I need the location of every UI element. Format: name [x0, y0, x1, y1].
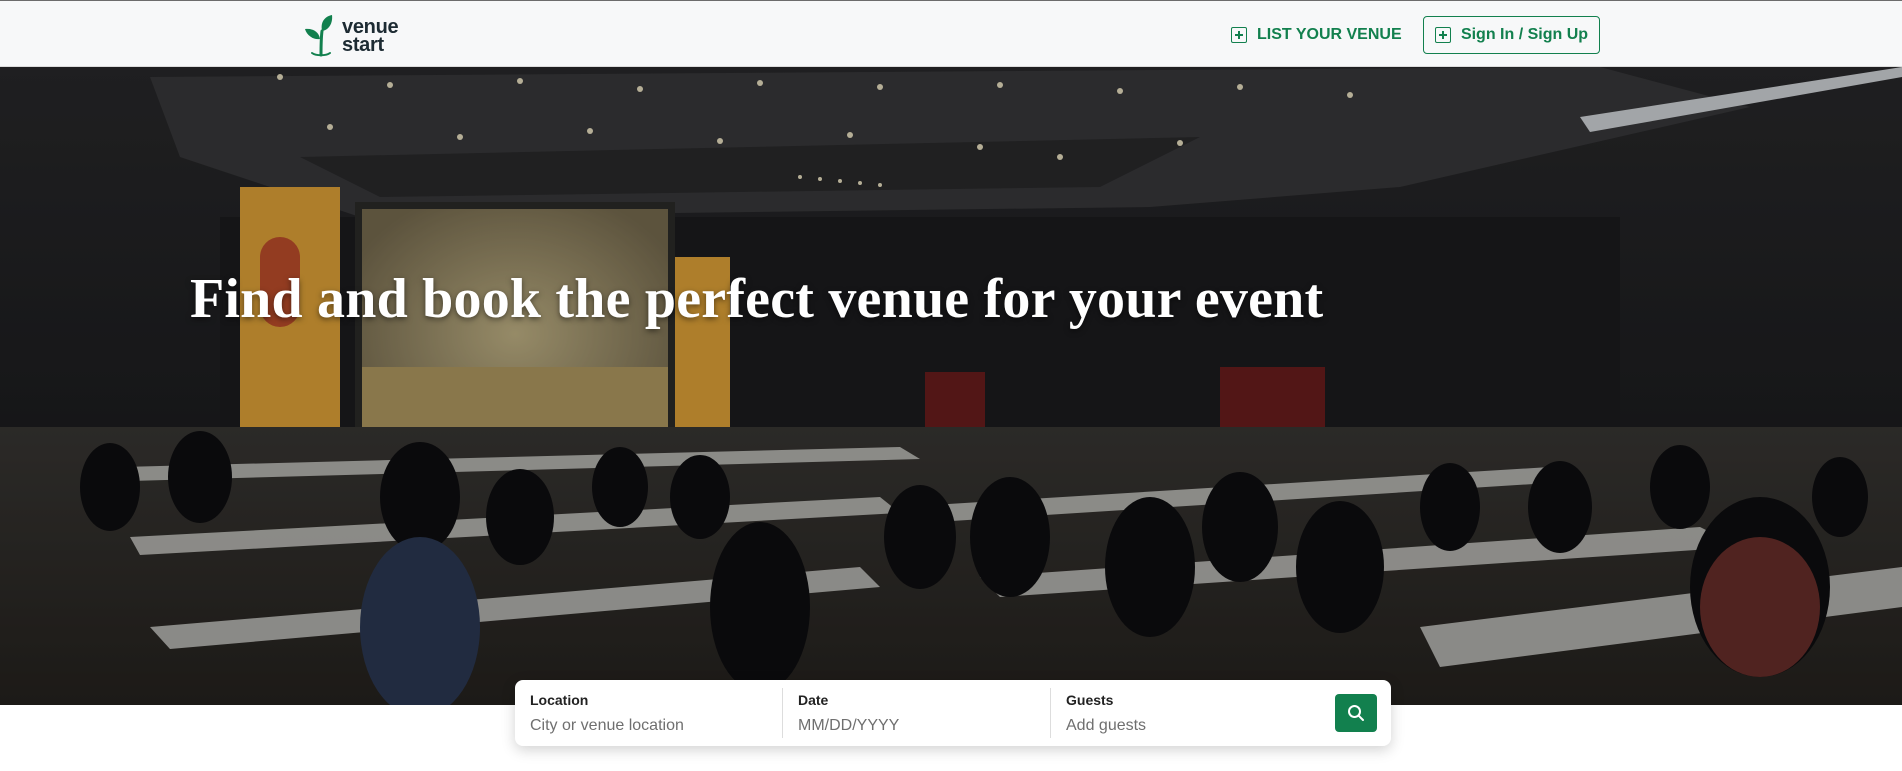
sprout-icon — [305, 15, 333, 57]
hero-headline: Find and book the perfect venue for your… — [190, 268, 1324, 330]
date-label: Date — [798, 692, 829, 708]
location-input[interactable] — [530, 717, 768, 735]
list-your-venue-link[interactable]: LIST YOUR VENUE — [1231, 23, 1402, 47]
venuestart-logo[interactable]: venue start — [304, 15, 399, 57]
page: venue start LIST YOUR VENUE Sign In / Si… — [0, 0, 1902, 771]
guests-input[interactable] — [1066, 717, 1304, 735]
logo-line-2: start — [342, 34, 384, 56]
date-field: Date — [783, 680, 1051, 746]
signin-signup-button[interactable]: Sign In / Sign Up — [1423, 16, 1600, 54]
hero-section: Find and book the perfect venue for your… — [0, 67, 1902, 705]
plus-square-icon — [1231, 27, 1247, 43]
guests-field: Guests — [1051, 680, 1319, 746]
list-your-venue-label: LIST YOUR VENUE — [1257, 26, 1402, 43]
logo-wordmark: venue start — [342, 17, 399, 56]
signin-signup-label: Sign In / Sign Up — [1460, 26, 1589, 43]
guests-label: Guests — [1066, 692, 1114, 708]
plus-square-icon — [1434, 27, 1451, 43]
date-input[interactable] — [798, 717, 1036, 735]
hero-background-image — [0, 67, 1902, 705]
search-icon — [1348, 705, 1364, 721]
venue-search-bar: Location Date Guests — [515, 680, 1391, 746]
location-label: Location — [530, 692, 589, 708]
top-nav: venue start LIST YOUR VENUE Sign In / Si… — [0, 0, 1902, 67]
search-button[interactable] — [1335, 694, 1377, 732]
location-field: Location — [515, 680, 783, 746]
